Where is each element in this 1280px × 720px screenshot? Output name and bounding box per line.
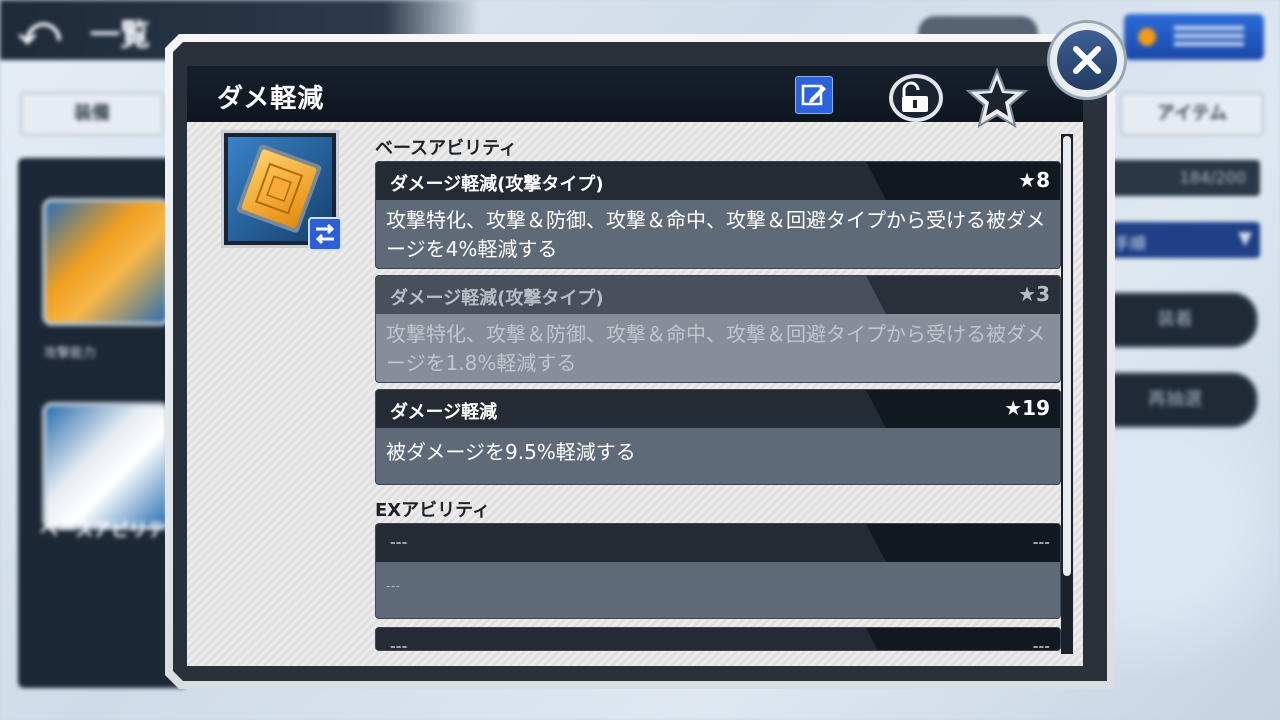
ability-rank: ---	[1032, 639, 1050, 651]
ability-name: ダメージ軽減	[390, 402, 498, 423]
ability-description: 攻撃特化、攻撃＆防御、攻撃＆命中、攻撃＆回避タイプから受ける被ダメージを1.8%…	[386, 322, 1046, 375]
scrollbar-thumb[interactable]	[1063, 136, 1071, 576]
ability-rank: ★19	[1004, 396, 1050, 420]
reroll-button[interactable]: 再抽選	[1092, 372, 1258, 428]
edit-icon	[801, 84, 826, 106]
ability-card-header: ダメージ軽減 ★19	[376, 390, 1060, 428]
ability-name: ---	[390, 639, 408, 651]
count-row: 184/200	[1090, 160, 1260, 196]
ex-ability-card-empty: --- --- ---	[375, 523, 1061, 619]
ability-rank: ---	[1032, 535, 1050, 551]
tab-items[interactable]: アイテム	[1120, 92, 1264, 136]
sort-dropdown[interactable]: 入手順 ▼	[1090, 222, 1260, 258]
left-section-label: ベースアビリティ	[40, 520, 183, 541]
star-icon	[965, 67, 1029, 129]
ability-description: 被ダメージを9.5%軽減する	[386, 440, 636, 464]
unlock-icon	[902, 81, 928, 112]
ability-name: ダメージ軽減(攻撃タイプ)	[390, 288, 604, 309]
chip-thumbnail[interactable]	[42, 198, 170, 326]
close-button-face	[1057, 30, 1117, 90]
close-icon	[1073, 46, 1101, 74]
ability-card-header: --- ---	[376, 628, 1060, 651]
lock-button[interactable]	[889, 74, 943, 122]
tab-equipment[interactable]: 装備	[20, 92, 164, 136]
ability-card-header: ダメージ軽減(攻撃タイプ) ★3	[376, 276, 1060, 314]
ability-detail-dialog: ダメ軽減 ベースアビリティ ダメージ軽減(攻撃タイプ) ★8 攻撃特化、攻撃＆防…	[165, 20, 1127, 689]
close-button[interactable]	[1047, 20, 1127, 100]
swap-button[interactable]	[308, 217, 342, 251]
ability-card-header: --- ---	[376, 524, 1060, 562]
coin-icon	[1138, 28, 1156, 46]
count-value: 184/200	[1179, 168, 1246, 187]
ability-name: ---	[390, 535, 408, 551]
ability-name: ダメージ軽減(攻撃タイプ)	[390, 174, 604, 195]
ex-ability-card-empty: --- ---	[375, 627, 1061, 651]
back-icon[interactable]: ⤺	[18, 8, 61, 54]
ability-card-header-accent	[866, 628, 1060, 650]
ability-card: ダメージ軽減(攻撃タイプ) ★8 攻撃特化、攻撃＆防御、攻撃＆命中、攻撃＆回避タ…	[375, 161, 1061, 269]
ability-description: ---	[386, 579, 401, 594]
filter-icon[interactable]: ▼	[1238, 228, 1252, 249]
favorite-button[interactable]	[965, 66, 1029, 130]
ability-rank: ★8	[1018, 168, 1050, 192]
base-ability-section-label: ベースアビリティ	[375, 138, 518, 159]
dialog-title: ダメ軽減	[217, 84, 325, 114]
ability-rank: ★3	[1018, 282, 1050, 306]
chip-thumbnail[interactable]	[42, 402, 170, 530]
ability-card-header-accent	[866, 524, 1060, 562]
resource-counter[interactable]	[1124, 14, 1264, 60]
swap-icon	[315, 223, 335, 245]
ability-card-inactive: ダメージ軽減(攻撃タイプ) ★3 攻撃特化、攻撃＆防御、攻撃＆命中、攻撃＆回避タ…	[375, 275, 1061, 383]
chip-label: 攻撃能力	[44, 346, 97, 361]
ability-description: 攻撃特化、攻撃＆防御、攻撃＆命中、攻撃＆回避タイプから受ける被ダメージを4%軽減…	[386, 208, 1046, 261]
ability-card: ダメージ軽減 ★19 被ダメージを9.5%軽減する	[375, 389, 1061, 485]
ability-card-header: ダメージ軽減(攻撃タイプ) ★8	[376, 162, 1060, 200]
ex-ability-section-label: EXアビリティ	[375, 500, 491, 521]
screen-title: 一覧	[90, 18, 150, 53]
equip-button[interactable]: 装着	[1092, 292, 1258, 348]
menu-icon	[1174, 26, 1244, 48]
edit-button[interactable]	[795, 76, 833, 114]
